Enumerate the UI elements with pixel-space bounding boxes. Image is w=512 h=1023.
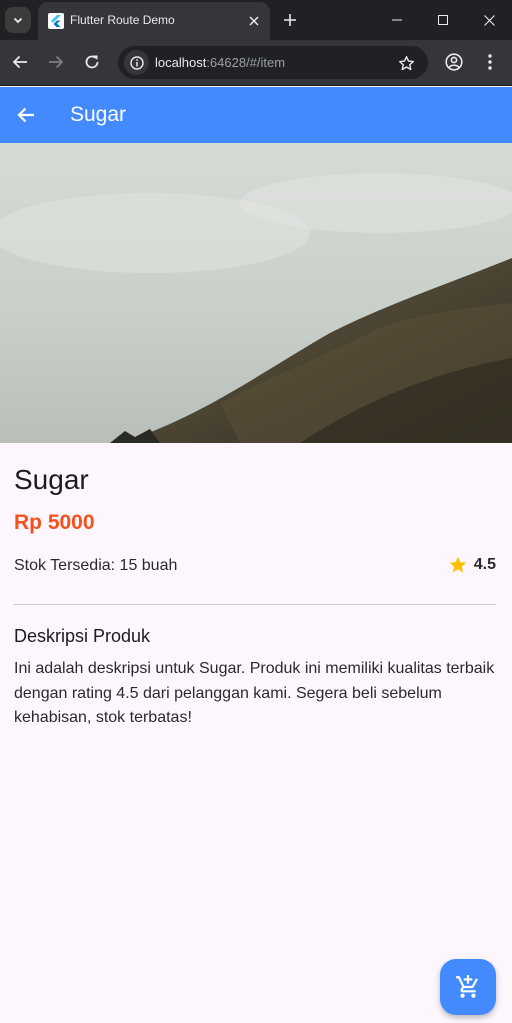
add-to-cart-button[interactable] [440, 959, 496, 1015]
rating: 4.5 [448, 555, 496, 575]
product-image [0, 143, 512, 443]
reload-icon [85, 55, 99, 69]
address-bar[interactable]: localhost:64628/#/item [118, 46, 428, 79]
minimize-icon [392, 19, 402, 21]
stock-info: Stok Tersedia: 15 buah [14, 557, 178, 574]
browser-tab[interactable]: Flutter Route Demo [38, 2, 270, 40]
star-icon [449, 556, 467, 573]
page-title: Sugar [70, 103, 127, 126]
product-name: Sugar [14, 464, 89, 495]
back-button[interactable] [12, 101, 40, 129]
account-circle-icon [445, 53, 463, 71]
url-path: :64628/#/item [206, 55, 286, 70]
maximize-button[interactable] [420, 0, 466, 40]
app-bar: Sugar [0, 87, 512, 143]
tab-title: Flutter Route Demo [70, 13, 175, 27]
browser-menu-button[interactable] [477, 49, 503, 75]
window-close-button[interactable] [466, 0, 512, 40]
maximize-icon [438, 15, 448, 25]
divider [14, 604, 496, 605]
close-icon [249, 16, 259, 26]
browser-forward-button[interactable] [43, 49, 69, 75]
reload-button[interactable] [79, 49, 105, 75]
rating-value: 4.5 [473, 556, 496, 573]
tab-close-button[interactable] [244, 11, 264, 31]
arrow-right-icon [49, 55, 64, 69]
browser-tabstrip: Flutter Route Demo [0, 0, 512, 40]
url-text: localhost:64628/#/item [155, 55, 285, 70]
close-icon [483, 14, 495, 26]
product-price: Rp 5000 [14, 511, 95, 534]
flutter-logo-icon [48, 13, 64, 29]
tab-search-button[interactable] [5, 7, 31, 33]
chevron-down-icon [13, 17, 23, 24]
bookmark-button[interactable] [396, 53, 416, 73]
browser-toolbar: localhost:64628/#/item [0, 40, 512, 86]
description-title: Deskripsi Produk [14, 626, 151, 646]
plus-icon [284, 14, 296, 26]
new-tab-button[interactable] [278, 8, 302, 32]
browser-back-button[interactable] [7, 49, 33, 75]
site-info-button[interactable] [124, 50, 149, 75]
star-outline-icon [398, 55, 414, 70]
profile-button[interactable] [441, 49, 467, 75]
more-vert-icon [488, 54, 492, 70]
add-shopping-cart-icon [456, 975, 478, 998]
description-text: Ini adalah deskripsi untuk Sugar. Produk… [14, 660, 495, 726]
minimize-button[interactable] [374, 0, 420, 40]
info-icon [129, 55, 144, 70]
url-host: localhost [155, 55, 207, 70]
arrow-left-icon [12, 55, 27, 69]
arrow-back-icon [17, 107, 34, 123]
